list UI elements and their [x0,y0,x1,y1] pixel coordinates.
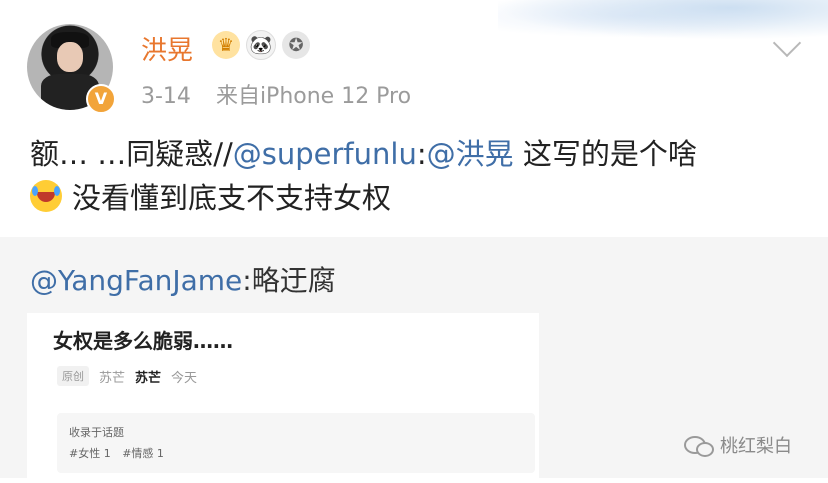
post-meta: 3-14 来自iPhone 12 Pro [141,78,429,110]
wechat-icon [684,434,714,457]
post-colon: : [416,137,427,171]
original-tag: 原创 [57,366,89,386]
post-source: 来自iPhone 12 Pro [215,84,412,109]
article-card[interactable]: 女权是多么脆弱…… 原创 苏芒 苏芒 今天 收录于话题 #女性 1 #情感 1 [27,313,539,483]
article-time: 今天 [171,370,198,386]
post-text-line2: 没看懂到底支不支持女权 [72,181,392,215]
repost-text: @YangFanJame:略迂腐 [30,259,336,299]
watermark: 桃红梨白 [684,432,792,458]
medal-icon[interactable]: ✪ [282,31,310,59]
article-author-b[interactable]: 苏芒 [135,367,161,386]
article-author-a: 苏芒 [99,370,126,386]
mention-yangfanjame[interactable]: @YangFanJame [30,264,242,297]
post-body: 额… …同疑惑//@superfunlu:@洪晃 这写的是个啥 没看懂到底支不支… [30,132,810,220]
topic-box[interactable]: 收录于话题 #女性 1 #情感 1 [57,413,535,473]
topic-tag-women[interactable]: #女性 1 [69,447,111,460]
topic-tag-emotion[interactable]: #情感 1 [122,447,164,460]
mention-honghuang[interactable]: @洪晃 [427,137,514,171]
post-date: 3-14 [141,84,191,109]
repost-body: :略迂腐 [242,264,336,297]
topic-title: 收录于话题 [69,426,124,439]
topic-tags: #女性 1 #情感 1 [69,445,172,461]
avatar-face [57,42,83,72]
crown-icon[interactable]: ♛ [212,31,240,59]
header-cloud-decoration [498,0,828,40]
post-text-line1-end: 这写的是个啥 [513,137,697,171]
article-meta: 原创 苏芒 苏芒 今天 [57,366,197,386]
laugh-cry-emoji-icon [30,180,62,212]
mention-superfunlu[interactable]: @superfunlu [233,137,417,171]
verified-badge-icon: V [86,84,116,114]
username[interactable]: 洪晃 [141,30,193,67]
article-title: 女权是多么脆弱…… [53,329,233,353]
watermark-text: 桃红梨白 [720,436,792,457]
user-badges: ♛ 🐼 ✪ [212,30,310,60]
panda-icon[interactable]: 🐼 [246,30,276,60]
post-text-prefix: 额… …同疑惑// [30,137,233,171]
